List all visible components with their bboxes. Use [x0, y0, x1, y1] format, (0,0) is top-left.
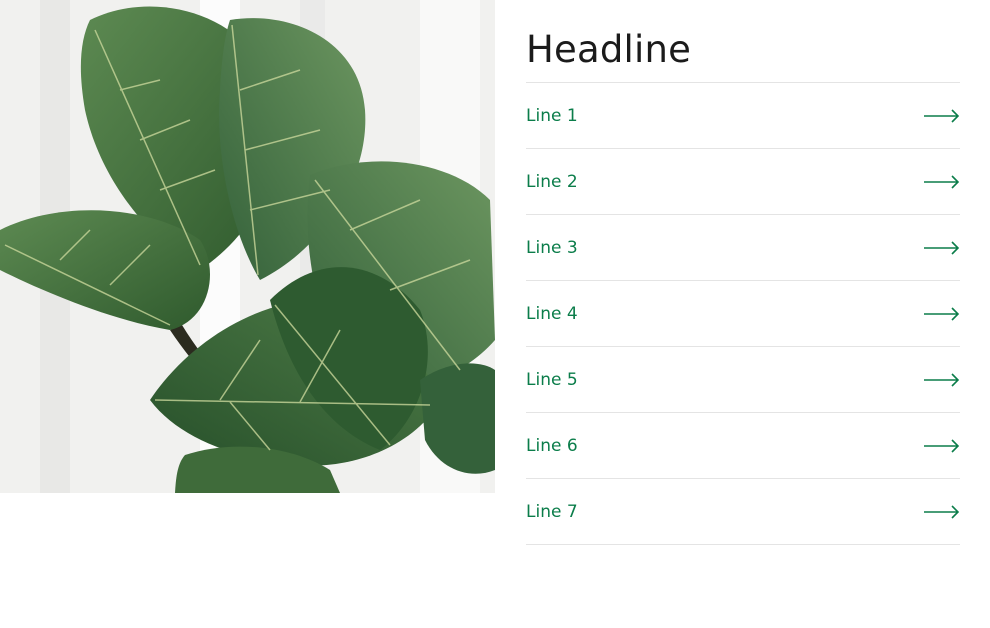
list-item-line-7[interactable]: Line 7: [526, 479, 960, 545]
arrow-right-icon: [924, 174, 960, 189]
list-item-label: Line 6: [526, 435, 578, 456]
list-item-line-1[interactable]: Line 1: [526, 83, 960, 149]
arrow-right-icon: [924, 306, 960, 321]
list-item-line-3[interactable]: Line 3: [526, 215, 960, 281]
arrow-right-icon: [924, 438, 960, 453]
arrow-right-icon: [924, 504, 960, 519]
link-list-panel: Headline Line 1 Line 2 Line 3 Line 4 Lin…: [526, 0, 960, 545]
link-list: Line 1 Line 2 Line 3 Line 4 Line 5 Line …: [526, 83, 960, 545]
plant-photo: [0, 0, 495, 493]
list-item-line-2[interactable]: Line 2: [526, 149, 960, 215]
list-item-line-4[interactable]: Line 4: [526, 281, 960, 347]
list-item-label: Line 4: [526, 303, 578, 324]
arrow-right-icon: [924, 372, 960, 387]
fiddle-leaf-fig-image: [0, 0, 495, 493]
list-item-line-6[interactable]: Line 6: [526, 413, 960, 479]
list-item-label: Line 3: [526, 237, 578, 258]
page: Headline Line 1 Line 2 Line 3 Line 4 Lin…: [0, 0, 990, 628]
headline: Headline: [526, 0, 960, 83]
arrow-right-icon: [924, 240, 960, 255]
list-item-label: Line 7: [526, 501, 578, 522]
list-item-label: Line 1: [526, 105, 578, 126]
list-item-label: Line 5: [526, 369, 578, 390]
list-item-line-5[interactable]: Line 5: [526, 347, 960, 413]
list-item-label: Line 2: [526, 171, 578, 192]
arrow-right-icon: [924, 108, 960, 123]
